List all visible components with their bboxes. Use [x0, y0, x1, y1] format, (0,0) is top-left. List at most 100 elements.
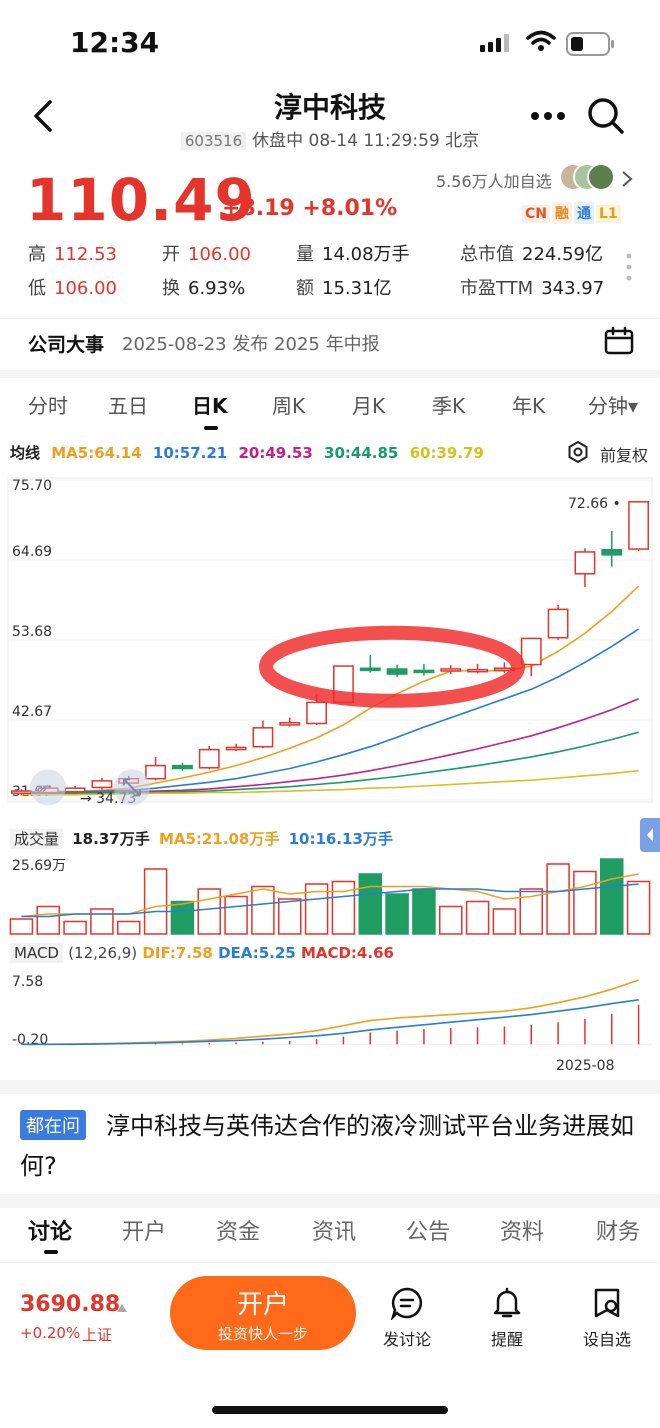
tab-weekly-k[interactable]: 周K [272, 390, 305, 419]
stat-high: 高 112.53 [28, 244, 117, 265]
volume-legend: 成交量 18.37万手 MA5:21.08万手 10:16.13万手 [10, 828, 397, 849]
candle-body [574, 551, 596, 575]
kline-chart[interactable]: 75.7064.6953.6842.6731.6772.66 •→ 34.73» [0, 460, 660, 820]
question-badge: 都在问 [20, 1110, 86, 1140]
ma-line-ma30 [21, 731, 639, 795]
volume-bar [63, 920, 87, 935]
candle-body [306, 701, 327, 725]
section-divider [0, 1194, 660, 1208]
volume-bar [438, 905, 463, 935]
volume-bar [224, 895, 248, 935]
avatar-group[interactable] [558, 162, 616, 192]
volume-ma10: 10:16.13万手 [288, 830, 393, 848]
tab-daily-k[interactable]: 日K [192, 390, 228, 419]
add-watchlist-label: 设自选 [582, 1330, 631, 1349]
open-account-label: 开户 [236, 1290, 289, 1320]
candle-body [467, 668, 488, 673]
candle-body [198, 748, 220, 769]
tab-minute[interactable]: 分钟▾ [588, 390, 638, 419]
x-axis-label: 2025-08 [556, 1058, 615, 1074]
search-icon[interactable] [586, 96, 626, 140]
tab-yearly-k[interactable]: 年K [512, 390, 545, 419]
macd-value: MACD:4.66 [300, 944, 394, 962]
volume-bar [492, 908, 517, 935]
double-arrow-icon: » [38, 778, 48, 797]
tab-monthly-k[interactable]: 月K [352, 390, 385, 419]
chevron-right-icon[interactable] [620, 170, 634, 192]
index-value[interactable]: 3690.88 [20, 1292, 120, 1317]
index-name: 上证 [82, 1326, 113, 1344]
price-change: +8.19 +8.01% [222, 196, 397, 221]
question-text[interactable]: 淳中科技与英伟达合作的液冷测试平台业务进展如何? [20, 1106, 640, 1186]
volume-ma5-line [21, 873, 639, 918]
wifi-icon [526, 30, 556, 56]
more-stats-icon[interactable] [626, 252, 632, 286]
macd-chart[interactable]: 7.58 -0.20 2025-08 [0, 966, 660, 1076]
tab-financials[interactable]: 财务 [596, 1214, 660, 1246]
tab-quarterly-k[interactable]: 季K [432, 390, 465, 419]
stat-pe-ttm: 市盈TTM 343.97 [460, 278, 605, 299]
candle-body [386, 668, 408, 675]
alert-button[interactable]: 提醒 [472, 1286, 542, 1350]
volume-bar [465, 900, 490, 935]
signal-icon [480, 34, 516, 56]
volume-bar [197, 888, 222, 935]
macd-y-tick-bottom: -0.20 [12, 1032, 48, 1048]
ma-line-ma10 [21, 628, 640, 794]
volume-bar [546, 863, 570, 935]
macd-y-tick-top: 7.58 [12, 974, 43, 990]
tag-l1: L1 [596, 205, 621, 223]
tab-announcements[interactable]: 公告 [406, 1214, 450, 1246]
open-account-button[interactable]: 开户 投资快人一步 [170, 1276, 356, 1350]
section-divider [0, 370, 660, 378]
ma-line-ma5 [21, 585, 640, 793]
tab-intraday[interactable]: 分时 [28, 390, 68, 419]
event-text: 2025-08-23 发布 2025 年中报 [122, 334, 380, 355]
market-status: 休盘中 08-14 11:29:59 北京 [252, 131, 480, 151]
y-tick-label: 75.70 [12, 478, 52, 494]
volume-bar [626, 880, 651, 935]
volume-y-tick: 25.69万 [12, 858, 66, 874]
candle-body [601, 549, 623, 556]
volume-bar [599, 858, 624, 935]
candle-body [547, 608, 569, 639]
volume-bar [573, 870, 597, 935]
chat-icon [390, 1287, 423, 1320]
tag-connect: 通 [574, 202, 594, 224]
more-icon[interactable] [530, 106, 566, 125]
calendar-icon[interactable] [604, 326, 634, 360]
add-watchlist-button[interactable]: 设自选 [572, 1286, 642, 1350]
bell-icon [493, 1287, 521, 1318]
volume-bar [9, 918, 34, 935]
tab-open-account[interactable]: 开户 [122, 1214, 166, 1246]
side-panel-handle[interactable] [640, 818, 660, 852]
volume-ma10-line [21, 883, 639, 918]
watchers-count[interactable]: 5.56万人加自选 [436, 168, 552, 192]
macd-params: (12,26,9) [68, 944, 138, 962]
volume-bar [358, 873, 383, 935]
volume-bar [412, 888, 436, 935]
triangle-up-icon [116, 1298, 128, 1317]
stat-amount: 额 15.31亿 [296, 278, 392, 299]
open-account-subtitle: 投资快人一步 [217, 1325, 308, 1343]
tab-funds[interactable]: 资金 [216, 1214, 260, 1246]
tab-profile[interactable]: 资料 [500, 1214, 544, 1246]
volume-chart[interactable]: 25.69万 [0, 852, 660, 936]
high-price-label: 72.66 • [568, 496, 621, 512]
macd-dea: DEA:5.25 [218, 944, 296, 962]
volume-bar [251, 885, 275, 935]
post-discussion-button[interactable]: 发讨论 [372, 1286, 442, 1350]
index-change: +0.20% [20, 1324, 81, 1342]
candle-body [440, 668, 462, 672]
stock-subtitle: 603516 休盘中 08-14 11:29:59 北京 [0, 126, 660, 151]
volume-bar [143, 868, 168, 935]
tag-cn: CN [522, 205, 550, 223]
volume-bar [277, 898, 302, 935]
tab-news[interactable]: 资讯 [312, 1214, 356, 1246]
stat-market-cap: 总市值 224.59亿 [460, 244, 603, 265]
candle-body [279, 721, 301, 726]
tab-five-day[interactable]: 五日 [108, 390, 148, 419]
watchlist-icon [594, 1288, 620, 1318]
macd-dea-line [21, 999, 639, 1046]
tab-discussion[interactable]: 讨论 [28, 1214, 72, 1246]
